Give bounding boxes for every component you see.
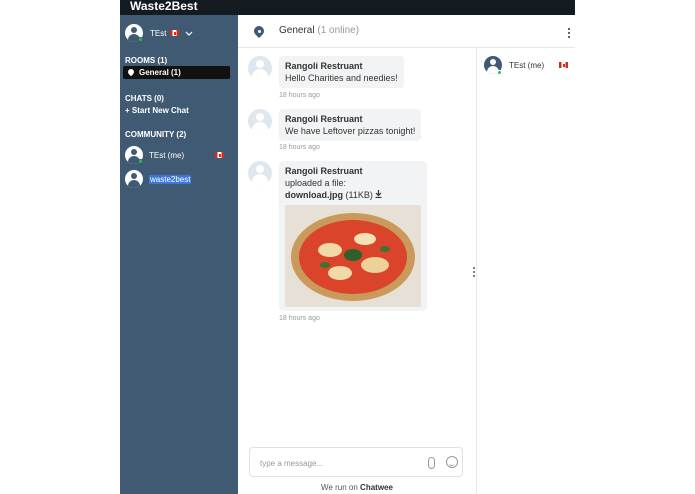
app-title: Waste2Best bbox=[120, 0, 575, 15]
message-time: 18 hours ago bbox=[279, 92, 320, 99]
more-options-icon[interactable] bbox=[568, 28, 571, 38]
member-name: TEst (me) bbox=[149, 150, 185, 160]
powered-by: We run on Chatwee bbox=[238, 483, 476, 492]
member-name: waste2best bbox=[149, 174, 192, 184]
current-user-name: TEst bbox=[150, 28, 167, 38]
attachment-icon[interactable] bbox=[428, 457, 435, 469]
message-time: 18 hours ago bbox=[279, 315, 320, 322]
avatar bbox=[248, 161, 272, 185]
start-new-chat-link[interactable]: + Start New Chat bbox=[125, 106, 189, 115]
message-bubble: Rangoli Restruant Hello Charities and ne… bbox=[279, 56, 404, 88]
file-size: (11KB) bbox=[345, 190, 373, 200]
download-icon[interactable] bbox=[375, 190, 382, 199]
footer-prefix: We run on bbox=[321, 483, 358, 492]
rooms-heading: ROOMS (1) bbox=[125, 56, 168, 65]
message-sender: Rangoli Restruant bbox=[285, 166, 363, 176]
message-item: Rangoli Restruant uploaded a file: downl… bbox=[248, 161, 427, 311]
chat-app: Waste2Best TEst ROOMS (1) General (1) CH… bbox=[120, 0, 575, 494]
message-bubble: Rangoli Restruant We have Leftover pizza… bbox=[279, 109, 422, 141]
location-pin-icon bbox=[128, 69, 134, 77]
message-item: Rangoli Restruant Hello Charities and ne… bbox=[248, 56, 404, 88]
room-item-general[interactable]: General (1) bbox=[123, 66, 230, 79]
online-count: (1 online) bbox=[317, 25, 360, 36]
message-bubble: Rangoli Restruant uploaded a file: downl… bbox=[279, 161, 427, 311]
message-list: Rangoli Restruant Hello Charities and ne… bbox=[238, 48, 476, 428]
online-indicator-icon bbox=[138, 37, 143, 42]
message-sender: Rangoli Restruant bbox=[285, 61, 363, 71]
member-name: TEst (me) bbox=[509, 60, 545, 70]
online-indicator-icon bbox=[138, 159, 143, 164]
location-pin-icon bbox=[254, 26, 264, 38]
canada-flag-icon bbox=[215, 152, 225, 158]
community-heading: COMMUNITY (2) bbox=[125, 130, 187, 139]
message-text: uploaded a file: bbox=[285, 178, 347, 188]
avatar bbox=[125, 170, 143, 188]
file-name: download.jpg bbox=[285, 190, 343, 200]
community-member-test[interactable]: TEst (me) bbox=[125, 145, 225, 165]
message-text: Hello Charities and needies! bbox=[285, 73, 398, 83]
avatar bbox=[248, 109, 272, 133]
resize-handle-icon[interactable] bbox=[473, 267, 476, 277]
members-panel: TEst (me) bbox=[477, 48, 575, 494]
online-indicator-icon bbox=[497, 70, 502, 75]
chat-header: General (1 online) bbox=[238, 15, 575, 48]
emoji-icon[interactable] bbox=[446, 456, 458, 468]
message-item: Rangoli Restruant We have Leftover pizza… bbox=[248, 109, 422, 141]
member-item[interactable]: TEst (me) bbox=[484, 56, 569, 75]
message-text: We have Leftover pizzas tonight! bbox=[285, 126, 416, 136]
pizza-image[interactable] bbox=[285, 205, 421, 307]
file-attachment[interactable]: download.jpg (11KB) bbox=[285, 189, 421, 201]
chevron-down-icon[interactable] bbox=[185, 31, 193, 36]
current-user[interactable]: TEst bbox=[125, 23, 193, 43]
chats-heading: CHATS (0) bbox=[125, 94, 164, 103]
avatar bbox=[248, 56, 272, 80]
sidebar: TEst ROOMS (1) General (1) CHATS (0) + S… bbox=[120, 15, 238, 494]
message-input[interactable] bbox=[260, 456, 420, 470]
room-name: General bbox=[279, 25, 315, 36]
message-sender: Rangoli Restruant bbox=[285, 114, 363, 124]
footer-brand-link[interactable]: Chatwee bbox=[360, 483, 393, 492]
canada-flag-icon bbox=[170, 30, 180, 36]
message-time: 18 hours ago bbox=[279, 144, 320, 151]
chat-title: General (1 online) bbox=[279, 25, 359, 36]
community-member-waste2best[interactable]: waste2best bbox=[125, 169, 192, 189]
room-label: General (1) bbox=[139, 68, 181, 77]
message-composer bbox=[249, 447, 463, 477]
canada-flag-icon bbox=[559, 62, 569, 68]
